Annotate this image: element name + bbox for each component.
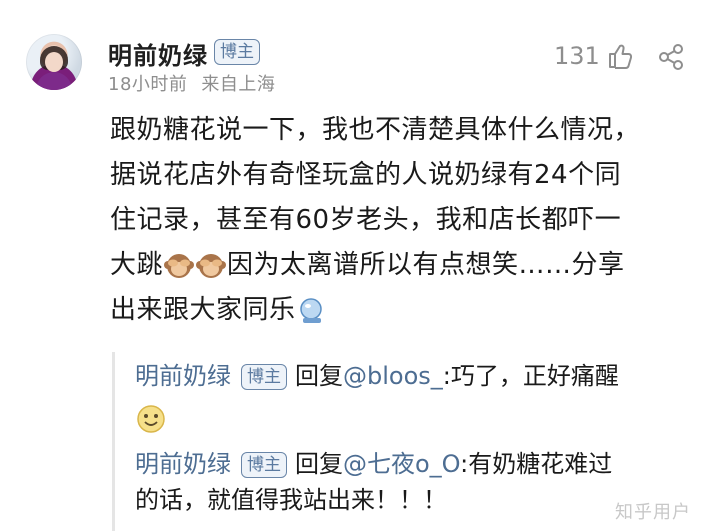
reply-text: :巧了，正好痛醒 — [442, 362, 619, 390]
watermark: 知乎用户 — [615, 502, 691, 523]
content-line-1: 跟奶糖花说一下，我也不清楚具体什么情况， — [110, 115, 641, 145]
content-line-5-text: 出来跟大家同乐 — [110, 295, 296, 325]
see-no-evil-monkey-emoji — [164, 253, 195, 278]
reply-verb: 回复 — [295, 450, 343, 478]
smiling-face-emoji — [137, 405, 165, 433]
author-name[interactable]: 明前奶绿 — [108, 36, 208, 71]
reply-author-badge: 博主 — [241, 452, 287, 478]
avatar-face — [45, 52, 63, 72]
content-line-4-prefix: 大跳 — [110, 250, 164, 280]
like-button[interactable]: 131 — [554, 42, 634, 70]
avatar-scarf — [36, 72, 72, 90]
content-line-3: 住记录，甚至有60岁老头，我和店长都吓一 — [110, 205, 622, 235]
reply-emoji-line — [135, 398, 695, 438]
reply-author[interactable]: 明前奶绿 — [135, 450, 231, 478]
like-count: 131 — [554, 42, 600, 70]
reply-text: :有奶糖花难过 — [460, 450, 613, 478]
avatar[interactable] — [26, 34, 82, 90]
content-line-4-text: 因为太离谱所以有点想笑……分享 — [227, 250, 625, 280]
reply-text-continued: 的话，就值得我站出来！！！ — [135, 486, 447, 514]
see-no-evil-monkey-emoji — [196, 253, 227, 278]
share-icon — [659, 44, 683, 70]
crystal-ball-emoji — [299, 297, 322, 323]
post-time: 18小时前 — [108, 74, 188, 95]
reply-item[interactable]: 明前奶绿 博主 回复@七夜o_O:有奶糖花难过 — [135, 444, 695, 484]
content-line-2: 据说花店外有奇怪玩盒的人说奶绿有24个同 — [110, 160, 622, 190]
share-button[interactable] — [656, 42, 686, 76]
reply-author[interactable]: 明前奶绿 — [135, 362, 231, 390]
reply-mention[interactable]: @七夜o_O — [343, 450, 460, 478]
post-location: 来自上海 — [201, 74, 276, 95]
reply-item[interactable]: 明前奶绿 博主 回复@bloos_:巧了，正好痛醒 — [135, 356, 695, 396]
reply-author-badge: 博主 — [241, 364, 287, 390]
thumbs-up-icon — [608, 44, 632, 69]
content-line-4: 大跳 因为太离谱所以有点想笑……分享 — [110, 243, 706, 288]
post-meta: 18小时前 来自上海 — [108, 70, 275, 96]
content-line-5: 出来跟大家同乐 — [110, 288, 706, 333]
author-badge: 博主 — [214, 39, 260, 65]
reply-verb: 回复 — [295, 362, 343, 390]
reply-mention[interactable]: @bloos_ — [343, 362, 443, 390]
post-content: 跟奶糖花说一下，我也不清楚具体什么情况， 据说花店外有奇怪玩盒的人说奶绿有24个… — [110, 108, 706, 333]
